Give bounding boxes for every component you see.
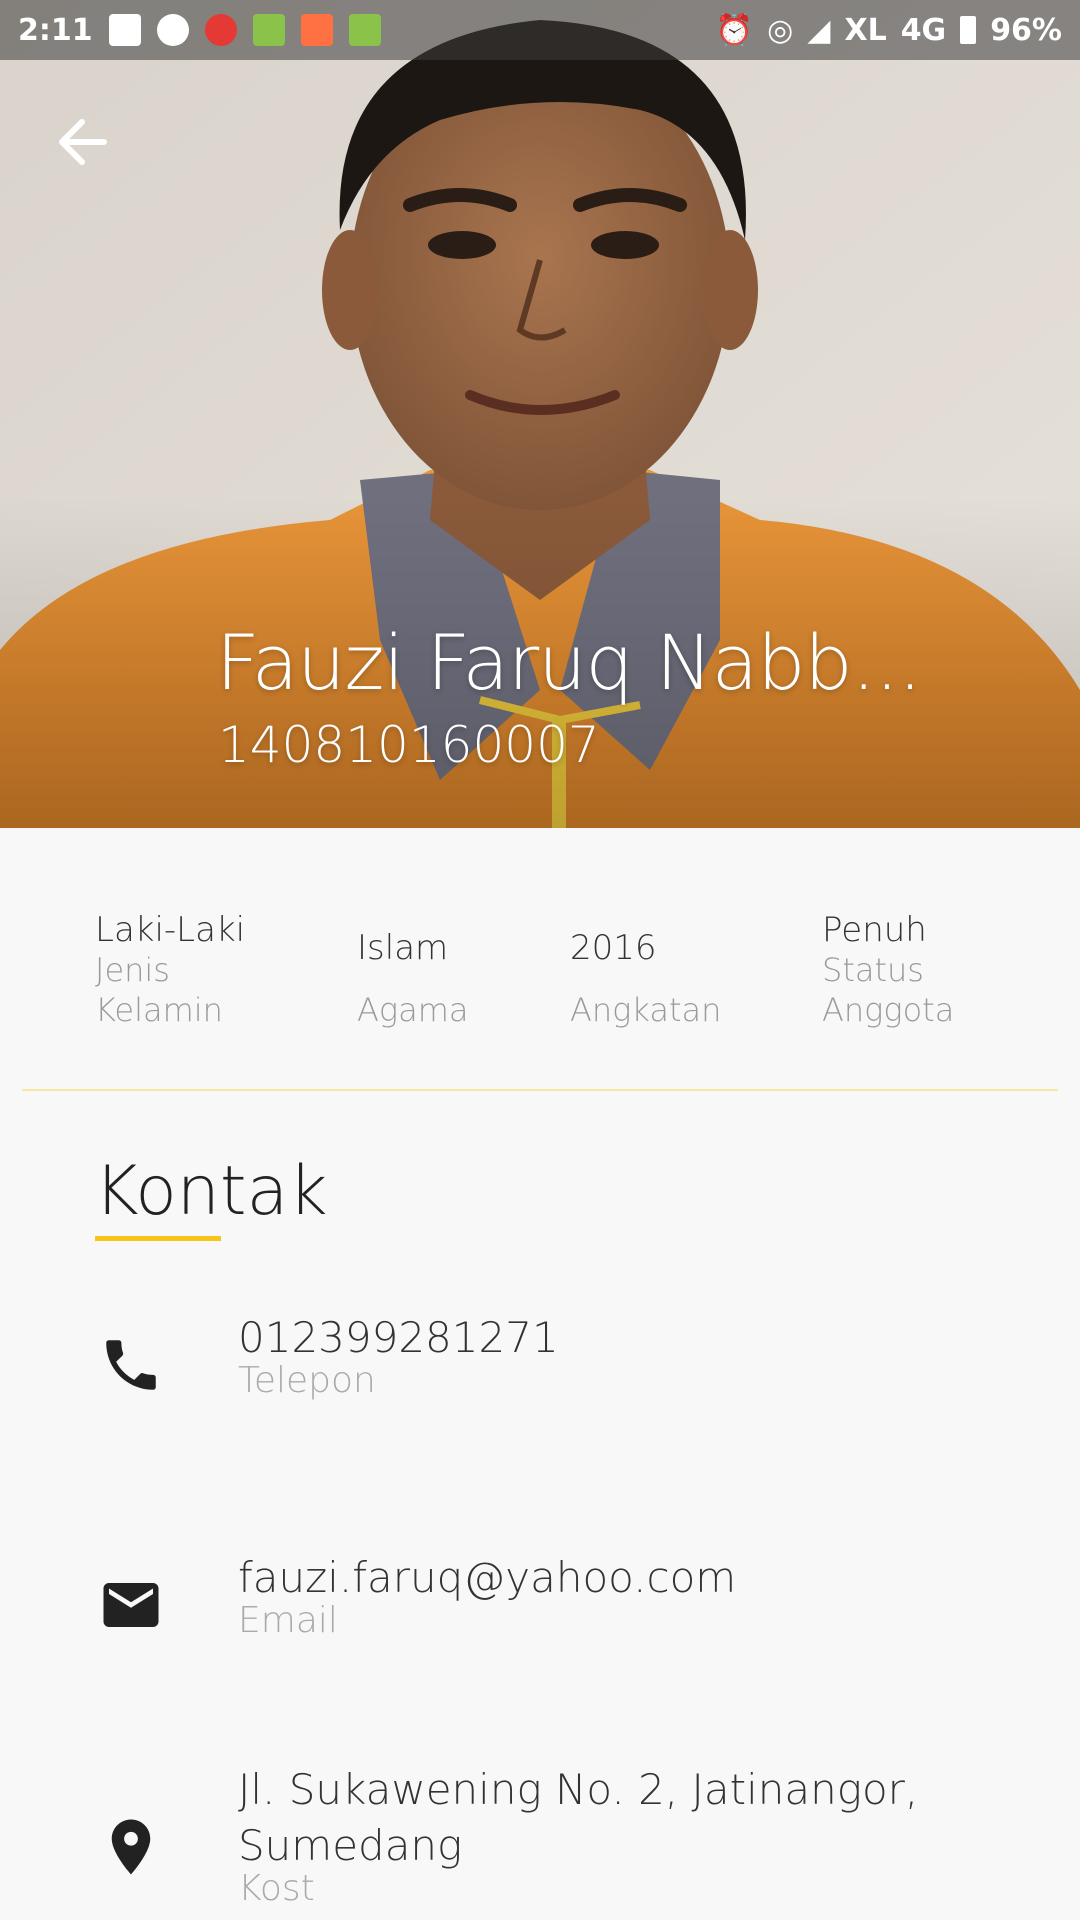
app-notification-icon xyxy=(204,14,237,46)
section-title-underline xyxy=(95,1236,221,1241)
usb-icon xyxy=(108,14,141,46)
carrier-text: XL xyxy=(844,12,887,48)
mail-icon xyxy=(103,1583,159,1627)
signal-icon: ◢ xyxy=(807,12,831,48)
info-member-status: Penuh Status Anggota xyxy=(822,910,972,1030)
contact-section-title: Kontak xyxy=(94,1152,328,1231)
android-icon-2 xyxy=(348,14,381,46)
info-value: Islam xyxy=(357,928,449,968)
info-batch-year: 2016 Angkatan xyxy=(570,928,721,1030)
address-value: Jl. Sukawening No. 2, Jatinangor, Sumeda… xyxy=(238,1765,919,1870)
profile-info-row: Laki-Laki Jenis Kelamin Islam Agama 2016… xyxy=(0,900,1080,1040)
profile-header: 2:11 ⏰ ◎ ◢ XL 4G 96% Fauzi Faruq Nabb...… xyxy=(0,0,1080,828)
email-value: fauzi.faruq@yahoo.com xyxy=(238,1553,737,1602)
email-label: Email xyxy=(238,1600,338,1641)
profile-name: Fauzi Faruq Nabb... xyxy=(216,618,922,707)
info-label: Jenis Kelamin xyxy=(95,951,223,1029)
phone-value: 012399281271 xyxy=(238,1313,559,1362)
info-value: Laki-Laki xyxy=(95,910,246,950)
hotspot-icon: ◎ xyxy=(767,12,794,48)
section-divider xyxy=(22,1089,1058,1091)
whatsapp-icon xyxy=(156,14,189,46)
phone-label: Telepon xyxy=(238,1360,376,1401)
info-religion: Islam Agama xyxy=(357,928,468,1030)
info-value: 2016 xyxy=(570,928,657,968)
video-icon xyxy=(300,14,333,46)
battery-percent-text: 96% xyxy=(990,12,1062,48)
info-label: Agama xyxy=(357,991,469,1029)
info-label: Status Anggota xyxy=(822,951,955,1029)
battery-icon xyxy=(960,16,977,44)
profile-id-number: 140810160007 xyxy=(218,716,600,774)
network-type-text: 4G xyxy=(900,12,947,48)
info-value: Penuh xyxy=(822,910,927,950)
phone-icon xyxy=(106,1340,156,1390)
info-gender: Laki-Laki Jenis Kelamin xyxy=(95,910,245,1030)
status-bar: 2:11 ⏰ ◎ ◢ XL 4G 96% xyxy=(0,0,1080,60)
location-pin-icon xyxy=(111,1819,151,1875)
info-label: Angkatan xyxy=(570,991,722,1029)
address-label: Kost xyxy=(238,1868,315,1909)
back-button[interactable] xyxy=(52,112,112,172)
clock-text: 2:11 xyxy=(18,12,93,48)
android-icon xyxy=(252,14,285,46)
arrow-back-icon xyxy=(59,119,107,165)
alarm-icon: ⏰ xyxy=(715,12,754,48)
